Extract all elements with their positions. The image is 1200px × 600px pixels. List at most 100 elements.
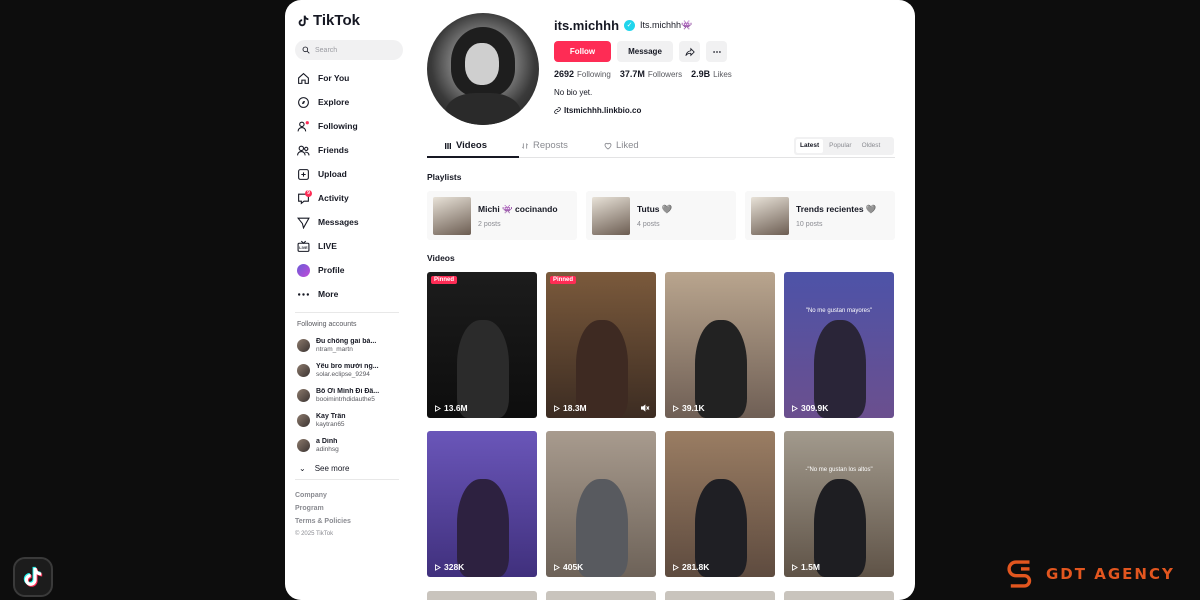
live-icon: LIVE (297, 240, 310, 252)
nav-item-activity[interactable]: 9 Activity (295, 186, 402, 210)
search-placeholder: Search (315, 46, 338, 54)
account-name: Kay Trần (316, 412, 346, 420)
share-button[interactable] (679, 41, 700, 62)
profile-main: its.michhh ✓ Its.michhh👾 Follow Message … (427, 0, 895, 600)
see-more-button[interactable]: ⌄ See more (299, 464, 402, 473)
following-stat[interactable]: 2692 Following (554, 69, 611, 79)
video-thumbnail[interactable]: -"No me gustan los altos" 1.5M (784, 431, 894, 577)
nav-label: More (318, 289, 339, 299)
svg-text:LIVE: LIVE (299, 246, 308, 250)
nav-label: Profile (318, 265, 345, 275)
nav-item-explore[interactable]: Explore (295, 90, 402, 114)
nav-item-profile[interactable]: Profile (295, 258, 402, 282)
avatar (297, 439, 310, 452)
profile-avatar[interactable] (427, 13, 539, 125)
playlist-thumbnail (592, 196, 630, 235)
video-thumbnail[interactable] (665, 591, 775, 600)
play-icon (673, 563, 679, 571)
profile-link[interactable]: Itsmichhh.linkbio.co (554, 106, 732, 115)
sidebar: TikTok Search For You Explore Following … (285, 0, 410, 600)
search-input[interactable]: Search (295, 40, 403, 60)
more-icon (712, 50, 721, 53)
account-username: ntram_martn (316, 345, 353, 353)
video-thumbnail[interactable]: "No me gustan mayores" 309.9K (784, 272, 894, 418)
sort-latest[interactable]: Latest (796, 139, 824, 153)
views-count: 328K (444, 562, 465, 572)
share-icon (684, 47, 695, 56)
verified-icon: ✓ (624, 20, 636, 31)
video-thumbnail[interactable]: Pinned 13.6M (427, 272, 537, 418)
more-options-button[interactable] (706, 41, 727, 62)
profile-stats: 2692 Following 37.7M Followers 2.9B Likes (554, 69, 732, 79)
video-views: 1.5M (791, 562, 820, 572)
nav-label: Explore (318, 97, 350, 107)
tab-videos[interactable]: Videos (444, 140, 487, 151)
likes-count: 2.9B (691, 69, 711, 79)
sidebar-footer: Company Program Terms & Policies © 2025 … (295, 492, 402, 537)
nav-item-for-you[interactable]: For You (295, 66, 402, 90)
video-views: 18.3M (553, 403, 587, 413)
playlist-card[interactable]: Trends recientes 🩶 10 posts (745, 191, 895, 240)
sort-oldest[interactable]: Oldest (858, 139, 885, 153)
video-thumbnail[interactable] (784, 591, 894, 600)
account-username: adinhsg (316, 445, 339, 453)
footer-program-link[interactable]: Program (295, 505, 402, 512)
video-thumbnail[interactable]: Pinned 18.3M (546, 272, 656, 418)
send-icon (297, 217, 310, 229)
profile-username: its.michhh (554, 18, 620, 33)
tab-reposts[interactable]: Reposts (521, 140, 568, 151)
video-thumbnail[interactable]: 328K (427, 431, 537, 577)
nav-item-live[interactable]: LIVE LIVE (295, 234, 402, 258)
nav-item-friends[interactable]: Friends (295, 138, 402, 162)
video-thumbnail[interactable] (546, 591, 656, 600)
tiktok-logo-icon (23, 566, 43, 587)
following-accounts-title: Following accounts (297, 321, 357, 328)
sort-popular[interactable]: Popular (825, 139, 855, 153)
app-name: TikTok (313, 12, 360, 29)
playlist-thumbnail (751, 196, 789, 235)
followers-stat[interactable]: 37.7M Followers (620, 69, 682, 79)
footer-terms-link[interactable]: Terms & Policies (295, 518, 402, 525)
avatar (297, 414, 310, 427)
following-account-item[interactable]: Yêu bro mười ng... solar.eclipse_9294 (295, 358, 402, 383)
nav-label: For You (318, 73, 350, 83)
video-subject (576, 479, 628, 577)
video-thumbnail[interactable] (427, 591, 537, 600)
account-name: Bố Ơi Mình Đi Đâ... (316, 387, 380, 395)
following-account-item[interactable]: a Dinh adinhsg (295, 433, 402, 458)
video-thumbnail[interactable]: 281.8K (665, 431, 775, 577)
nav-item-more[interactable]: More (295, 282, 402, 306)
tab-underline (427, 156, 519, 158)
tiktok-logo[interactable]: TikTok (297, 12, 402, 29)
playlist-card[interactable]: Michi 👾 cocinando 2 posts (427, 191, 577, 240)
follow-button[interactable]: Follow (554, 41, 611, 62)
footer-company-link[interactable]: Company (295, 492, 402, 499)
following-account-item[interactable]: Đu chồng gai bả... ntram_martn (295, 333, 402, 358)
playlist-card[interactable]: Tutus 🩶 4 posts (586, 191, 736, 240)
views-count: 1.5M (801, 562, 820, 572)
playlists-title: Playlists (427, 172, 462, 182)
following-account-item[interactable]: Bố Ơi Mình Đi Đâ... booimintrhdidauthe5 (295, 383, 402, 408)
nav-label: LIVE (318, 241, 337, 251)
profile-info: its.michhh ✓ Its.michhh👾 Follow Message … (554, 18, 732, 115)
tab-liked[interactable]: Liked (604, 140, 639, 151)
avatar (297, 339, 310, 352)
profile-bio: No bio yet. (554, 88, 593, 97)
friends-icon (297, 145, 310, 155)
nav-item-messages[interactable]: Messages (295, 210, 402, 234)
followers-count: 37.7M (619, 69, 645, 79)
avatar-face (465, 43, 499, 85)
tiktok-app-icon (13, 557, 53, 597)
muted-icon (641, 404, 650, 412)
profile-link-text: Itsmichhh.linkbio.co (564, 106, 642, 115)
video-thumbnail[interactable]: 39.1K (665, 272, 775, 418)
playlist-count: 10 posts (796, 220, 823, 228)
play-icon (554, 563, 560, 571)
nav-item-upload[interactable]: Upload (295, 162, 402, 186)
video-thumbnail[interactable]: 405K (546, 431, 656, 577)
nav-item-following[interactable]: Following (295, 114, 402, 138)
compass-icon (298, 96, 309, 108)
likes-stat: 2.9B Likes (691, 69, 732, 79)
following-account-item[interactable]: Kay Trần kaytran65 (295, 408, 402, 433)
message-button[interactable]: Message (617, 41, 673, 62)
